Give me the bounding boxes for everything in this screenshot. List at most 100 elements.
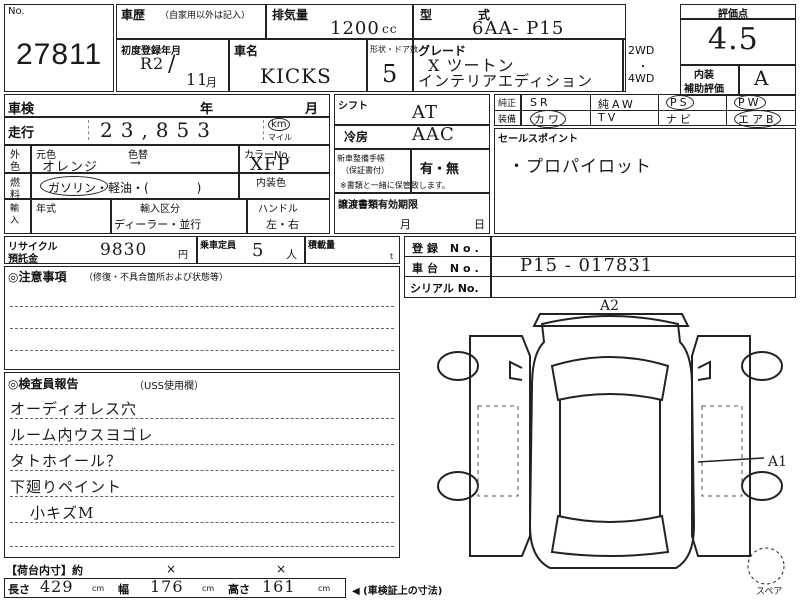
inspector-sub: （USS使用欄） [134,381,205,392]
lot-no-label: No. [8,6,25,17]
equipment-item: 純AW [598,98,636,111]
inspection-year-label: 年 [200,102,214,117]
maint-label2: （保証書付） [341,166,389,175]
length-value: 429 [40,577,74,596]
warranty-day: 日 [474,218,485,231]
height-label: 高さ [228,583,250,596]
warranty-month: 月 [400,218,411,231]
color-orig-value: オレンジ [42,160,99,175]
score-label: 評価点 [718,9,748,20]
inspection-month-label: 月 [305,102,319,117]
drive-2wd: 2WD [628,44,655,57]
doors-label: 形状・ドア数 [370,45,418,54]
inspection-label: 車検 [8,102,35,117]
length-label: 長さ [8,583,30,596]
inspector-label: ◎検査員報告 [8,377,79,391]
color-label2: 色 [10,162,20,173]
reg-month: 11 [186,70,209,89]
lot-number: 27811 [16,38,103,71]
fuel-options: ガソリン・軽油・( ) [48,181,202,195]
equipment-item: PW [734,95,766,110]
mileage-unit-mile: マイル [268,133,292,142]
reg-era: R2 [140,54,165,73]
grade-line2: インテリアエディション [418,72,593,90]
shift-value: AT [412,102,439,123]
equipment-item: エアB [734,110,781,128]
history-note: （自家用以外は記入） [160,11,251,21]
capacity-value: 5 [252,240,265,261]
color-arrow: → [130,156,142,171]
displacement-label: 排気量 [272,8,309,22]
interior-label2: 補助評価 [684,84,724,95]
model-code: 6AA- P15 [472,18,565,39]
displacement-value: 1200 [330,18,380,39]
history-label: 車歴 [121,8,146,22]
interior-label1: 内装 [694,70,714,81]
inspector-line-2: ルーム内ウスヨゴレ [10,426,154,444]
equipment-item: SR [530,96,551,109]
shift-label: シフト [338,101,368,112]
fuel-label2: 料 [10,190,20,201]
maint-label1: 新車整備手帳 [337,154,385,163]
mileage-unit-km: km [268,118,290,131]
equipment-item: カワ [530,110,566,128]
dims-note: ◀ (車検証上の寸法) [352,586,443,597]
capacity-unit: 人 [286,248,297,261]
import-year-label: 年式 [36,204,56,215]
serial-label: シリアル No. [410,282,479,295]
recycle-unit: 円 [178,250,188,261]
equipment-label2: 装備 [498,115,517,125]
model-label: 型 [420,8,433,22]
ac-label: 冷房 [344,130,369,144]
displacement-unit: cc [382,22,398,36]
reg-month-unit: 月 [206,76,217,89]
mileage-value: 23,853 [100,118,218,142]
handle-label: ハンドル [258,204,298,215]
height-value: 161 [262,577,296,596]
car-diagram: A2 A1 スペア [437,298,787,597]
capacity-label: 乗車定員 [200,241,237,251]
drive-4wd: 4WD [628,72,655,85]
car-name: KICKS [260,64,332,88]
chassis-label: 車台 No. [412,262,483,275]
ac-value: AAC [412,124,455,145]
diagram-mark-front: A2 [599,298,619,314]
notes-sub: （修復・不具合箇所および状態等） [84,273,229,283]
handle-value: 左・右 [266,218,299,231]
doors-value: 5 [382,60,399,88]
width-value: 176 [150,577,184,596]
equipment-item: ナビ [666,113,694,126]
load-unit: t [390,252,394,261]
interior-color-label: 内装色 [256,178,286,189]
score-value: 4.5 [708,22,759,57]
reg-no-label: 登録 No. [412,242,483,255]
inspector-line-1: オーディオレス穴 [10,400,137,418]
width-label: 幅 [118,583,129,596]
selling-point-text: ・プロパイロット [508,157,652,177]
equipment-item: TV [598,111,619,124]
notes-label: ◎注意事項 [8,270,67,284]
spare-label: スペア [756,587,782,597]
inspector-line-5: 小キズM [30,504,95,522]
equipment-item: PS [666,95,694,110]
car-name-label: 車名 [234,44,259,58]
selling-point-label: セールスポイント [498,134,578,145]
cargo-label: 【荷台内寸】約 [6,564,83,577]
inspector-line-4: 下廻りペイント [10,478,123,496]
inspector-line-3: タトホイール？ [10,452,123,470]
load-label: 積載量 [308,241,336,251]
equipment-label1: 純正 [498,99,517,109]
import-label2: 入 [10,216,20,226]
maint-value: 有・無 [420,162,460,177]
maint-note: ※書類と一緒に保管致します。 [340,181,450,190]
interior-score: A [754,66,770,90]
recycle-label2: 預託金 [8,254,38,265]
mileage-label: 走行 [8,126,35,141]
import-class-label: 輸入区分 [140,204,180,215]
color-code: XFP [250,154,291,175]
diagram-mark-side: A1 [767,454,787,470]
warranty-label: 譲渡書類有効期限 [338,200,418,211]
chassis-value: P15 - 017831 [520,255,654,276]
auction-sheet: { "lot":{"no_label":"No.","number":"2781… [0,0,800,600]
recycle-value: 9830 [100,240,148,260]
